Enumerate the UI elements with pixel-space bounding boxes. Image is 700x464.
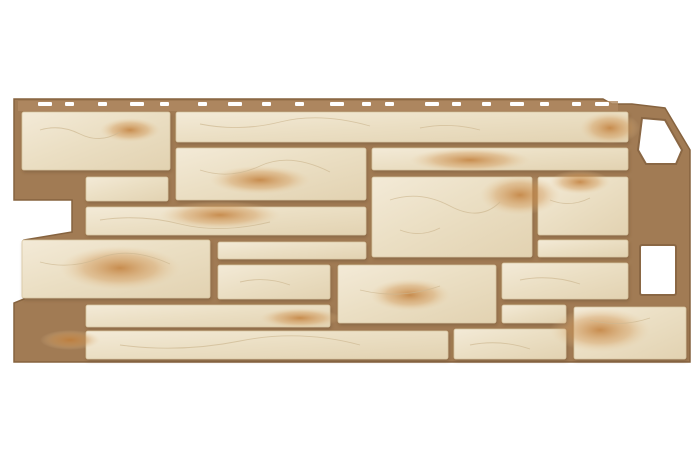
stone-stain: [260, 308, 340, 328]
stone-stain: [40, 330, 100, 350]
nailing-hole: [425, 102, 439, 106]
stone-stain: [370, 279, 450, 311]
stone-block: [217, 241, 367, 260]
nailing-hole: [38, 102, 52, 106]
stone-stain: [100, 118, 160, 142]
nailing-hole: [65, 102, 74, 106]
stone-block: [217, 264, 331, 300]
image-stage: [0, 0, 700, 464]
stone-stain: [410, 148, 530, 172]
nailing-hole: [130, 102, 144, 106]
nailing-hole: [262, 102, 271, 106]
nailing-hole: [295, 102, 304, 106]
nailing-hole: [98, 102, 107, 106]
stone-block: [85, 176, 169, 202]
middle-right-cutout: [639, 244, 677, 296]
stone-stain: [550, 308, 650, 352]
nailing-hole: [228, 102, 242, 106]
nailing-hole: [160, 102, 169, 106]
nailing-strip: [18, 101, 618, 111]
nailing-hole: [510, 102, 524, 106]
nailing-hole: [385, 102, 394, 106]
stone-block: [537, 239, 629, 258]
nailing-hole: [595, 102, 609, 106]
stone-stain: [480, 175, 560, 215]
stone-stain: [160, 201, 280, 229]
stone-stain: [60, 246, 180, 290]
stone-stain: [210, 166, 310, 194]
nailing-hole: [330, 102, 344, 106]
stone-stain: [580, 112, 640, 144]
nailing-hole: [362, 102, 371, 106]
stone-block: [501, 262, 629, 300]
nailing-hole: [572, 102, 581, 106]
nailing-hole: [198, 102, 207, 106]
nailing-hole: [482, 102, 491, 106]
stone-panel-illustration: [13, 98, 691, 363]
nailing-hole: [452, 102, 461, 106]
stone-stain: [550, 170, 610, 194]
nailing-hole: [540, 102, 549, 106]
stone-block: [85, 330, 449, 360]
